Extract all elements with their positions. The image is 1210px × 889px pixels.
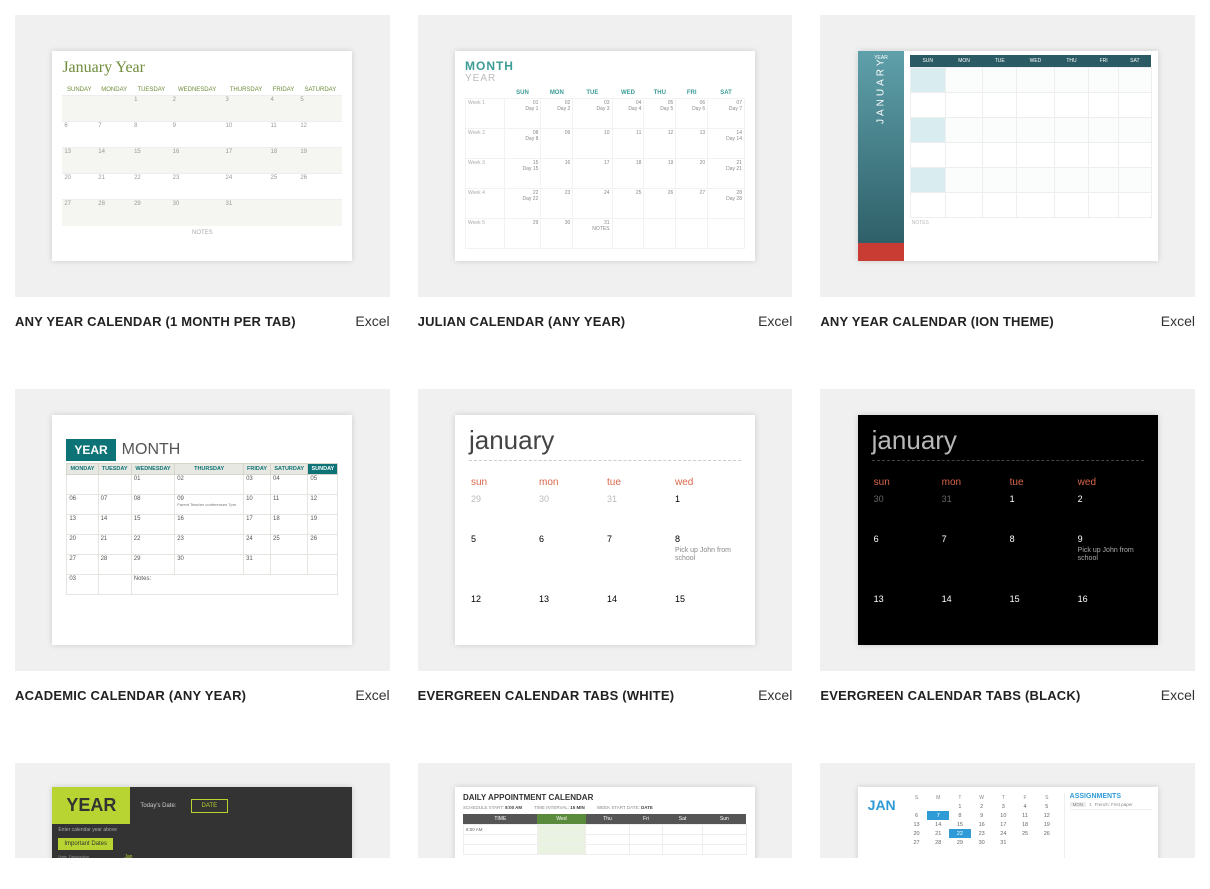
template-card[interactable]: MONTH YEAR SUN MON TUE WED THU FRI SAT W… (418, 15, 793, 329)
preview-heading: January Year (62, 59, 342, 77)
template-title: JULIAN CALENDAR (ANY YEAR) (418, 314, 626, 329)
template-card[interactable]: January Year SUNDAY MONDAY TUESDAY WEDNE… (15, 15, 390, 329)
template-title: ACADEMIC CALENDAR (ANY YEAR) (15, 688, 246, 703)
template-thumbnail: YEAR Today's Date: DATE Enter calendar y… (15, 763, 390, 858)
template-card[interactable]: YEAR MONTH MONDAY TUESDAY WEDNESDAY THUR… (15, 389, 390, 703)
template-card[interactable]: YEAR Today's Date: DATE Enter calendar y… (15, 763, 390, 874)
template-app: Excel (758, 687, 792, 703)
template-app: Excel (1161, 313, 1195, 329)
template-title: ANY YEAR CALENDAR (1 MONTH PER TAB) (15, 314, 296, 329)
template-grid-partial: YEAR Today's Date: DATE Enter calendar y… (15, 763, 1195, 874)
template-card[interactable]: JANUARY YEAR SUN MON TUE WED THU FRI SAT (820, 15, 1195, 329)
template-thumbnail: January Year SUNDAY MONDAY TUESDAY WEDNE… (15, 15, 390, 297)
template-thumbnail: january sun mon tue wed 30 31 1 2 6 7 (820, 389, 1195, 671)
template-app: Excel (355, 687, 389, 703)
template-thumbnail: DAILY APPOINTMENT CALENDAR SCHEDULE STAR… (418, 763, 793, 858)
template-card[interactable]: DAILY APPOINTMENT CALENDAR SCHEDULE STAR… (418, 763, 793, 874)
template-card[interactable]: january sun mon tue wed 29 30 31 1 5 6 (418, 389, 793, 703)
template-title: ANY YEAR CALENDAR (ION THEME) (820, 314, 1054, 329)
template-card[interactable]: january sun mon tue wed 30 31 1 2 6 7 (820, 389, 1195, 703)
template-thumbnail: january sun mon tue wed 29 30 31 1 5 6 (418, 389, 793, 671)
template-grid: January Year SUNDAY MONDAY TUESDAY WEDNE… (15, 15, 1195, 703)
template-app: Excel (758, 313, 792, 329)
template-title: EVERGREEN CALENDAR TABS (WHITE) (418, 688, 675, 703)
template-app: Excel (355, 313, 389, 329)
template-title: EVERGREEN CALENDAR TABS (BLACK) (820, 688, 1080, 703)
template-thumbnail: MONTH YEAR SUN MON TUE WED THU FRI SAT W… (418, 15, 793, 297)
template-thumbnail: YEAR MONTH MONDAY TUESDAY WEDNESDAY THUR… (15, 389, 390, 671)
template-card[interactable]: JAN SM TW TF S 12345 6789101112 13141516… (820, 763, 1195, 874)
template-thumbnail: JAN SM TW TF S 12345 6789101112 13141516… (820, 763, 1195, 858)
template-thumbnail: JANUARY YEAR SUN MON TUE WED THU FRI SAT (820, 15, 1195, 297)
template-app: Excel (1161, 687, 1195, 703)
